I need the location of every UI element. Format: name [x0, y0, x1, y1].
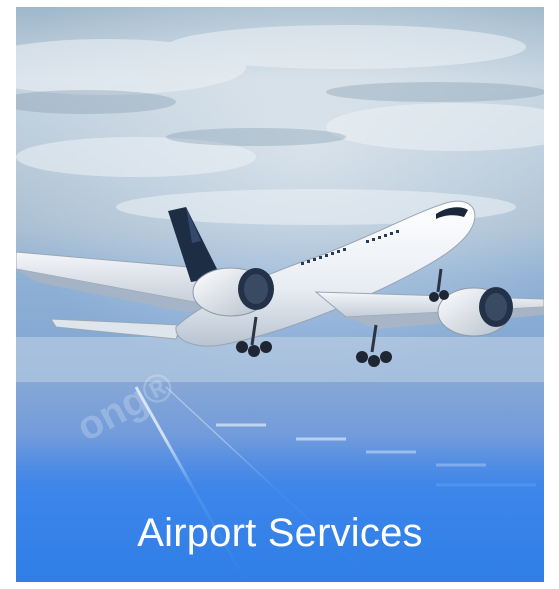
- card-title: Airport Services: [137, 511, 423, 555]
- airport-services-card[interactable]: ong® Airport Services: [16, 7, 544, 582]
